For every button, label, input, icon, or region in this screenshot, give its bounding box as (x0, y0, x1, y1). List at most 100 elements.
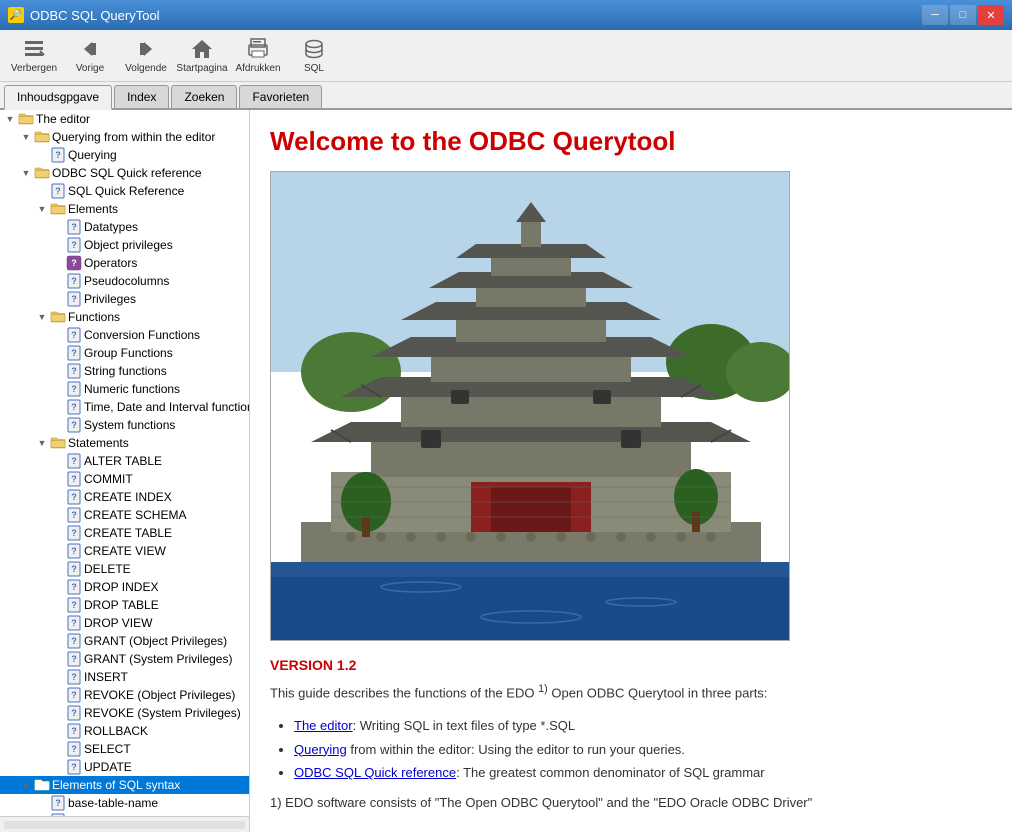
tree-item-operators[interactable]: ? Operators (0, 254, 249, 272)
tree-label-create-table: CREATE TABLE (84, 526, 172, 540)
tree-item-create-index[interactable]: ? CREATE INDEX (0, 488, 249, 506)
tree-item-create-view[interactable]: ? CREATE VIEW (0, 542, 249, 560)
svg-text:?: ? (71, 618, 77, 628)
tab-index[interactable]: Index (114, 85, 169, 108)
tree-item-group-functions[interactable]: ? Group Functions (0, 344, 249, 362)
tree-item-create-table[interactable]: ? CREATE TABLE (0, 524, 249, 542)
svg-text:?: ? (71, 546, 77, 556)
svg-text:?: ? (71, 456, 77, 466)
tree-item-drop-index[interactable]: ? DROP INDEX (0, 578, 249, 596)
afdrukken-label: Afdrukken (235, 63, 280, 74)
link-editor: The editor: Writing SQL in text files of… (294, 716, 992, 736)
tree-item-elements-sql[interactable]: ▼ Elements of SQL syntax (0, 776, 249, 794)
tree-expand-querying (34, 147, 50, 163)
tree-container: ▼ The editor▼ Querying from within the e… (0, 110, 249, 832)
tree-item-commit[interactable]: ? COMMIT (0, 470, 249, 488)
tree-label-querying: Querying (68, 148, 117, 162)
quick-ref-link[interactable]: ODBC SQL Quick reference (294, 765, 456, 780)
tree-item-grant-obj[interactable]: ? GRANT (Object Privileges) (0, 632, 249, 650)
tree-item-editor[interactable]: ▼ The editor (0, 110, 249, 128)
tree-icon-base-table-name: ? (50, 795, 66, 811)
tree-item-odbc-ref[interactable]: ▼ ODBC SQL Quick reference (0, 164, 249, 182)
afdrukken-button[interactable]: Afdrukken (232, 34, 284, 78)
volgende-button[interactable]: Volgende (120, 34, 172, 78)
tree-item-system-functions[interactable]: ? System functions (0, 416, 249, 434)
tab-bar: Inhoudsgpgave Index Zoeken Favorieten (0, 82, 1012, 110)
tree-label-string-functions: String functions (84, 364, 167, 378)
volgende-label: Volgende (125, 63, 167, 74)
tree-item-create-schema[interactable]: ? CREATE SCHEMA (0, 506, 249, 524)
verbergen-icon (22, 37, 46, 61)
tree-label-alter-table: ALTER TABLE (84, 454, 162, 468)
tree-item-numeric-functions[interactable]: ? Numeric functions (0, 380, 249, 398)
tree-item-statements[interactable]: ▼ Statements (0, 434, 249, 452)
tree-item-insert[interactable]: ? INSERT (0, 668, 249, 686)
startpagina-button[interactable]: Startpagina (176, 34, 228, 78)
close-button[interactable]: ✕ (978, 5, 1004, 25)
editor-link[interactable]: The editor (294, 718, 353, 733)
tree-item-rollback[interactable]: ? ROLLBACK (0, 722, 249, 740)
tree-expand-create-table (50, 525, 66, 541)
tree-item-privileges[interactable]: ? Privileges (0, 290, 249, 308)
vorige-button[interactable]: Vorige (64, 34, 116, 78)
tree-expand-numeric-functions (50, 381, 66, 397)
main-area: ▼ The editor▼ Querying from within the e… (0, 110, 1012, 832)
tree-icon-alter-table: ? (66, 453, 82, 469)
tree-expand-drop-view (50, 615, 66, 631)
tree-icon-conversion-functions: ? (66, 327, 82, 343)
tab-favorieten[interactable]: Favorieten (239, 85, 322, 108)
tree-item-alter-table[interactable]: ? ALTER TABLE (0, 452, 249, 470)
tab-inhoud[interactable]: Inhoudsgpgave (4, 85, 112, 110)
tree-label-object-privileges: Object privileges (84, 238, 173, 252)
tree-icon-editor (18, 111, 34, 127)
verbergen-label: Verbergen (11, 63, 57, 74)
tree-item-revoke-sys[interactable]: ? REVOKE (System Privileges) (0, 704, 249, 722)
verbergen-button[interactable]: Verbergen (8, 34, 60, 78)
tree-item-update[interactable]: ? UPDATE (0, 758, 249, 776)
tree-expand-group-functions (50, 345, 66, 361)
tree-item-conversion-functions[interactable]: ? Conversion Functions (0, 326, 249, 344)
sql-icon (302, 37, 326, 61)
tree-item-time-functions[interactable]: ? Time, Date and Interval function (0, 398, 249, 416)
tree-item-select[interactable]: ? SELECT (0, 740, 249, 758)
minimize-button[interactable]: ─ (922, 5, 948, 25)
tree-expand-grant-sys (50, 651, 66, 667)
tree-item-functions[interactable]: ▼ Functions (0, 308, 249, 326)
tab-zoeken[interactable]: Zoeken (171, 85, 237, 108)
svg-text:?: ? (71, 600, 77, 610)
tree-item-elements[interactable]: ▼ Elements (0, 200, 249, 218)
tree-item-string-functions[interactable]: ? String functions (0, 362, 249, 380)
tree-label-revoke-sys: REVOKE (System Privileges) (84, 706, 241, 720)
tree-expand-grant-obj (50, 633, 66, 649)
tree-expand-datatypes (50, 219, 66, 235)
tree-item-drop-table[interactable]: ? DROP TABLE (0, 596, 249, 614)
tree-item-datatypes[interactable]: ? Datatypes (0, 218, 249, 236)
svg-text:?: ? (71, 366, 77, 376)
tree-item-sql-quick-ref[interactable]: ? SQL Quick Reference (0, 182, 249, 200)
tree-item-querying-from[interactable]: ▼ Querying from within the editor (0, 128, 249, 146)
tree-expand-commit (50, 471, 66, 487)
tree-expand-object-privileges (50, 237, 66, 253)
version-text: VERSION 1.2 (270, 657, 992, 673)
svg-text:?: ? (71, 384, 77, 394)
tree-item-object-privileges[interactable]: ? Object privileges (0, 236, 249, 254)
querying-link[interactable]: Querying (294, 742, 347, 757)
window-title: ODBC SQL QueryTool (30, 8, 160, 23)
tree-item-revoke-obj[interactable]: ? REVOKE (Object Privileges) (0, 686, 249, 704)
startpagina-icon (190, 37, 214, 61)
tree-item-grant-sys[interactable]: ? GRANT (System Privileges) (0, 650, 249, 668)
tree-label-statements: Statements (68, 436, 129, 450)
tree-label-drop-index: DROP INDEX (84, 580, 158, 594)
tree-item-drop-view[interactable]: ? DROP VIEW (0, 614, 249, 632)
tree-item-pseudocolumns[interactable]: ? Pseudocolumns (0, 272, 249, 290)
tree-label-conversion-functions: Conversion Functions (84, 328, 200, 342)
maximize-button[interactable]: □ (950, 5, 976, 25)
tree-item-delete[interactable]: ? DELETE (0, 560, 249, 578)
svg-text:?: ? (71, 654, 77, 664)
sidebar-hscroll[interactable] (0, 816, 249, 832)
tree-label-privileges: Privileges (84, 292, 136, 306)
tree-item-base-table-name[interactable]: ? base-table-name (0, 794, 249, 812)
sql-button[interactable]: SQL (288, 34, 340, 78)
svg-text:?: ? (71, 582, 77, 592)
tree-item-querying[interactable]: ? Querying (0, 146, 249, 164)
